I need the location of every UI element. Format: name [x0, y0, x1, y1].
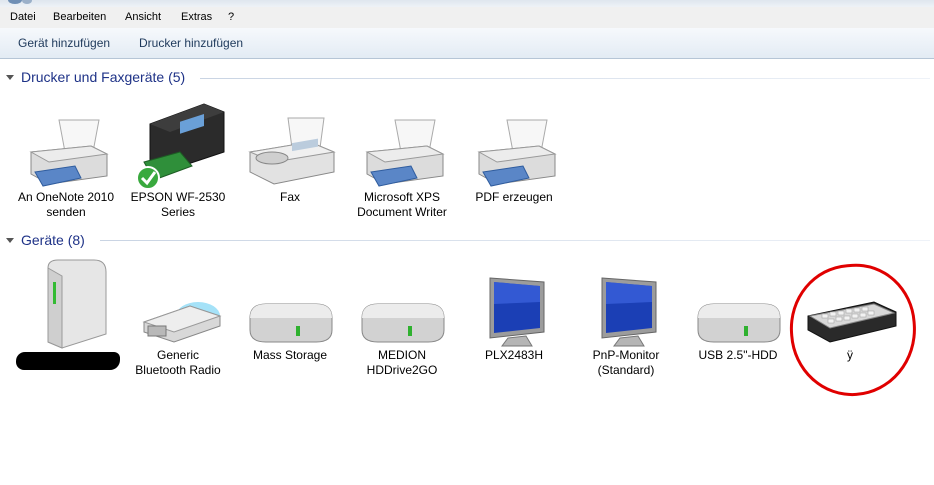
add-device-button[interactable]: Gerät hinzufügen	[18, 36, 110, 50]
menu-ansicht[interactable]: Ansicht	[125, 11, 161, 23]
printer-icon	[477, 119, 557, 187]
device-item[interactable]: PDF erzeugen	[459, 112, 569, 205]
printer-icon	[29, 119, 109, 187]
device-label: Microsoft XPS Document Writer	[357, 190, 447, 219]
device-item[interactable]: EPSON WF-2530 Series	[123, 100, 233, 220]
group-header-devices[interactable]: Geräte (8)	[6, 232, 85, 248]
device-item[interactable]: Generic Bluetooth Radio	[123, 288, 233, 378]
group-title-devices: Geräte (8)	[21, 232, 85, 248]
annotation-circle	[785, 259, 921, 401]
menu-datei[interactable]: Datei	[10, 11, 36, 23]
device-label: PLX2483H	[484, 348, 544, 362]
monitor-icon	[489, 277, 545, 347]
redaction-scribble	[16, 352, 120, 370]
device-label: EPSON WF-2530 Series	[130, 190, 226, 219]
menu-bar: Datei Bearbeiten Ansicht Extras ?	[0, 7, 934, 29]
group-title-printers: Drucker und Faxgeräte (5)	[21, 69, 186, 85]
device-item[interactable]: USB 2.5"-HDD	[683, 296, 793, 363]
group-divider	[100, 240, 930, 241]
device-item[interactable]: An OneNote 2010 senden	[11, 112, 121, 220]
device-item[interactable]: PnP-Monitor (Standard)	[571, 272, 681, 378]
collapse-arrow-icon[interactable]	[6, 74, 14, 80]
printer-icon	[365, 119, 445, 187]
device-item[interactable]: Microsoft XPS Document Writer	[347, 112, 457, 220]
monitor-icon	[601, 277, 657, 347]
default-check-icon	[136, 166, 160, 190]
add-printer-button[interactable]: Drucker hinzufügen	[139, 36, 243, 50]
device-item[interactable]: Mass Storage	[235, 296, 345, 363]
group-divider	[200, 78, 930, 79]
device-item[interactable]: MEDION HDDrive2GO	[347, 296, 457, 378]
window-title-strip	[0, 0, 934, 7]
drive-icon	[361, 303, 445, 343]
group-header-printers[interactable]: Drucker und Faxgeräte (5)	[6, 69, 185, 85]
device-label: PDF erzeugen	[475, 190, 553, 204]
nav-icon	[22, 0, 32, 4]
device-label: USB 2.5"-HDD	[698, 348, 778, 362]
app-icon	[8, 0, 22, 4]
menu-help[interactable]: ?	[228, 11, 234, 23]
device-label: Fax	[279, 190, 300, 204]
drive-icon	[697, 303, 781, 343]
device-item[interactable]: Fax	[235, 112, 345, 205]
device-label: Mass Storage	[252, 348, 328, 362]
device-label: MEDION HDDrive2GO	[366, 348, 438, 377]
fax-icon	[248, 117, 336, 185]
menu-bearbeiten[interactable]: Bearbeiten	[53, 11, 106, 23]
drive-icon	[249, 303, 333, 343]
device-item[interactable]: PLX2483H	[459, 272, 569, 363]
menu-extras[interactable]: Extras	[181, 11, 212, 23]
bluetooth-dongle-icon	[142, 302, 222, 343]
device-label: Generic Bluetooth Radio	[135, 348, 221, 377]
device-label: An OneNote 2010 senden	[17, 190, 115, 219]
device-item[interactable]	[11, 256, 121, 354]
device-label: PnP-Monitor (Standard)	[592, 348, 660, 377]
collapse-arrow-icon[interactable]	[6, 237, 14, 243]
computer-icon	[47, 259, 107, 349]
command-bar: Gerät hinzufügen Drucker hinzufügen	[0, 28, 934, 59]
printer-icon	[136, 103, 225, 190]
